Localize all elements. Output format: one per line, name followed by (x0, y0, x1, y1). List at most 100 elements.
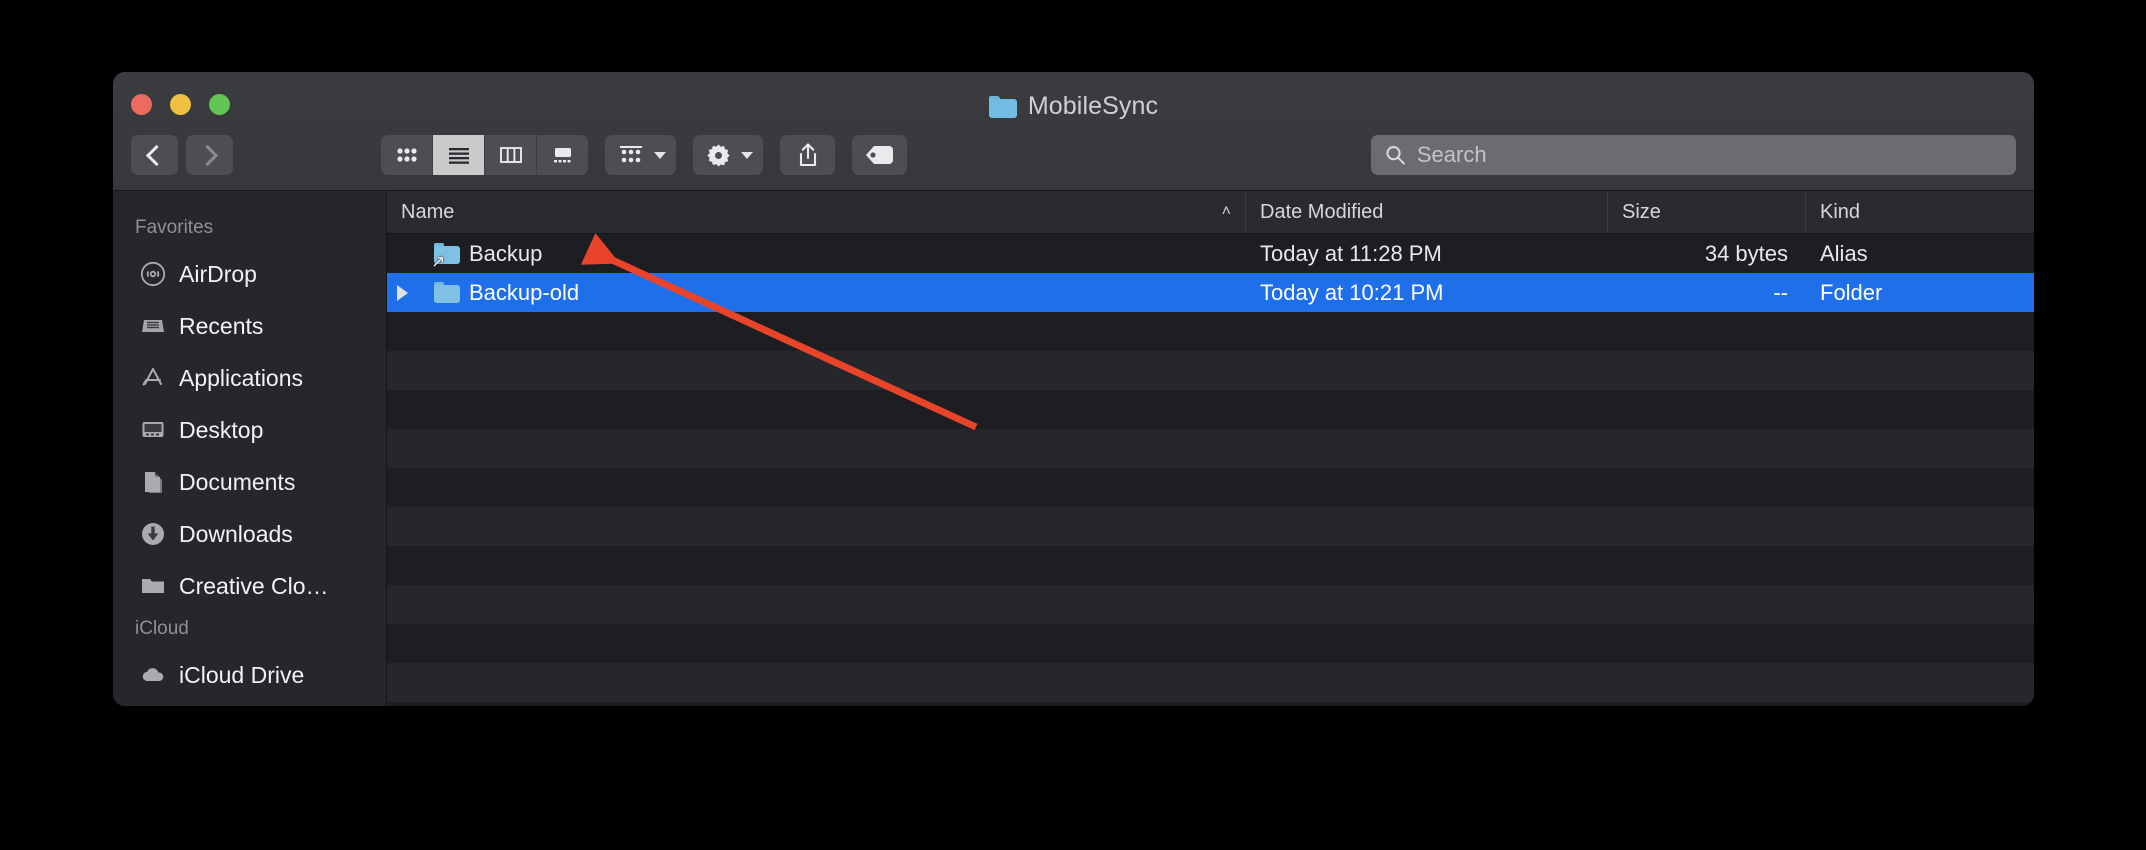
cell-name: Backup-old (387, 280, 1246, 306)
file-name: Backup-old (469, 280, 579, 306)
chevron-down-icon (654, 152, 666, 159)
group-icon (617, 144, 645, 166)
empty-row (387, 702, 2034, 706)
empty-row (387, 546, 2034, 585)
icon-view-button[interactable] (381, 135, 433, 175)
downloads-icon (139, 521, 166, 548)
sidebar-section-favorites-header: Favorites (113, 211, 386, 248)
toolbar (113, 128, 2034, 182)
sidebar-item-label: Creative Clo… (179, 573, 329, 600)
cell-kind: Alias (1806, 241, 2034, 267)
grid-icon (395, 145, 419, 165)
recents-icon (139, 313, 166, 340)
empty-row (387, 663, 2034, 702)
column-header-label: Kind (1820, 201, 1860, 224)
sidebar-item-icloud-drive[interactable]: iCloud Drive (113, 649, 386, 701)
column-header-date-modified[interactable]: Date Modified (1246, 191, 1608, 233)
disclosure-triangle-icon[interactable] (397, 285, 419, 301)
traffic-light-group (131, 94, 230, 115)
empty-row (387, 585, 2034, 624)
search-field[interactable] (1371, 135, 2016, 175)
chevron-right-icon (197, 144, 218, 165)
tags-button[interactable] (852, 135, 907, 175)
documents-icon (139, 469, 166, 496)
back-button[interactable] (131, 135, 178, 175)
column-header-label: Size (1622, 201, 1661, 224)
sidebar-item-airdrop[interactable]: AirDrop (113, 248, 386, 300)
column-header-size[interactable]: Size (1608, 191, 1806, 233)
sidebar: Favorites AirDrop (113, 191, 387, 706)
column-headers: Name ˄ Date Modified Size Kind (387, 191, 2034, 234)
empty-row (387, 429, 2034, 468)
cell-size: -- (1608, 280, 1806, 306)
maximize-button[interactable] (209, 94, 230, 115)
file-rows: ↗BackupToday at 11:28 PM34 bytesAliasBac… (387, 234, 2034, 706)
sidebar-item-recents[interactable]: Recents (113, 300, 386, 352)
share-button[interactable] (780, 135, 835, 175)
sidebar-item-label: Applications (179, 365, 303, 392)
minimize-button[interactable] (170, 94, 191, 115)
column-header-label: Date Modified (1260, 201, 1383, 224)
gallery-icon (551, 145, 575, 165)
empty-row (387, 624, 2034, 663)
sidebar-item-label: Recents (179, 313, 263, 340)
group-by-button[interactable] (605, 135, 676, 175)
sidebar-item-applications[interactable]: Applications (113, 352, 386, 404)
empty-row (387, 351, 2034, 390)
action-button[interactable] (693, 135, 763, 175)
gallery-view-button[interactable] (537, 135, 588, 175)
folder-icon: ↗ (434, 243, 460, 264)
screen: MobileSync (0, 0, 2146, 850)
column-header-name[interactable]: Name ˄ (387, 191, 1246, 233)
folder-icon (434, 282, 460, 303)
chevron-down-icon (741, 152, 753, 159)
cell-date-modified: Today at 10:21 PM (1246, 280, 1608, 306)
sidebar-item-label: AirDrop (179, 261, 257, 288)
list-view-button[interactable] (433, 135, 485, 175)
folder-icon (139, 573, 166, 600)
empty-row (387, 468, 2034, 507)
cell-date-modified: Today at 11:28 PM (1246, 241, 1608, 267)
sort-ascending-icon: ˄ (1222, 203, 1231, 221)
share-icon (796, 142, 820, 168)
desktop-icon (139, 417, 166, 444)
cell-name: ↗ Backup (387, 241, 1246, 267)
list-icon (447, 145, 471, 165)
sidebar-item-label: Documents (179, 469, 295, 496)
sidebar-item-label: Downloads (179, 521, 293, 548)
airdrop-icon (139, 261, 166, 288)
search-icon (1385, 144, 1406, 166)
alias-badge-icon: ↗ (431, 253, 445, 270)
sidebar-item-label: iCloud Drive (179, 662, 304, 689)
columns-icon (499, 145, 523, 165)
table-row[interactable]: Backup-oldToday at 10:21 PM--Folder (387, 273, 2034, 312)
search-input[interactable] (1417, 142, 2002, 168)
window-title: MobileSync (113, 92, 2034, 121)
file-list: Name ˄ Date Modified Size Kind ↗ Backup To… (387, 191, 2034, 706)
tag-icon (865, 144, 895, 166)
sidebar-item-desktop[interactable]: Desktop (113, 404, 386, 456)
sidebar-section-icloud-header: iCloud (113, 612, 386, 649)
page-title: MobileSync (1028, 92, 1158, 121)
forward-button[interactable] (186, 135, 233, 175)
column-view-button[interactable] (485, 135, 537, 175)
gear-icon (705, 142, 732, 169)
cloud-icon (139, 662, 166, 689)
empty-row (387, 507, 2034, 546)
column-header-label: Name (401, 201, 454, 224)
sidebar-item-label: Desktop (179, 417, 263, 444)
chevron-left-icon (146, 144, 167, 165)
sidebar-item-creative-cloud[interactable]: Creative Clo… (113, 560, 386, 612)
close-button[interactable] (131, 94, 152, 115)
sidebar-item-documents[interactable]: Documents (113, 456, 386, 508)
finder-window: MobileSync (113, 72, 2034, 706)
folder-icon (989, 96, 1017, 118)
table-row[interactable]: ↗BackupToday at 11:28 PM34 bytesAlias (387, 234, 2034, 273)
file-name: Backup (469, 241, 542, 267)
window-body: Favorites AirDrop (113, 191, 2034, 706)
sidebar-item-downloads[interactable]: Downloads (113, 508, 386, 560)
empty-row (387, 390, 2034, 429)
window-titlebar: MobileSync (113, 72, 2034, 191)
column-header-kind[interactable]: Kind (1806, 191, 2034, 233)
view-mode-switcher (381, 135, 588, 175)
